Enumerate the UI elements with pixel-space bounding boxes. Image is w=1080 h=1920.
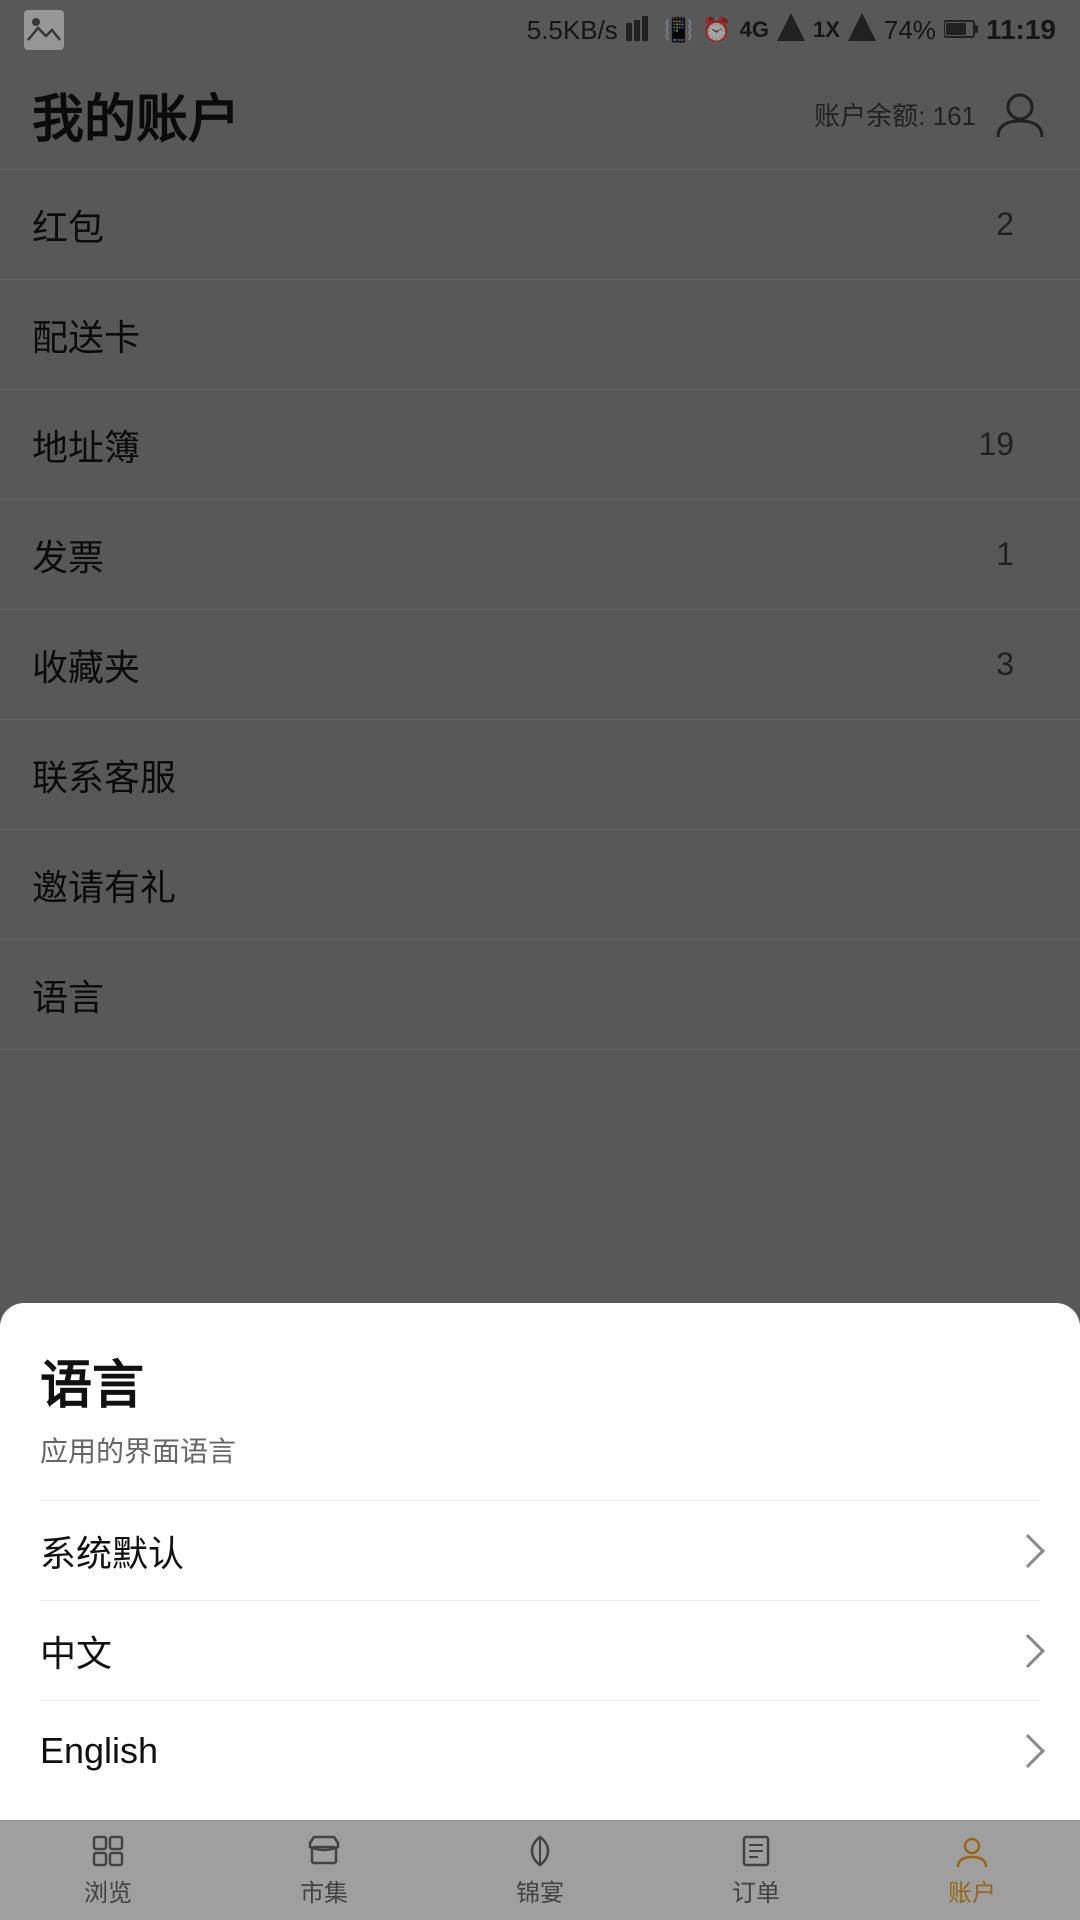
sheet-title: 语言 — [40, 1343, 1040, 1418]
sheet-item-label: English — [40, 1730, 158, 1772]
language-option-english[interactable]: English — [40, 1700, 1040, 1800]
language-option-system-default[interactable]: 系统默认 — [40, 1500, 1040, 1600]
language-option-chinese[interactable]: 中文 — [40, 1600, 1040, 1700]
sheet-item-label: 中文 — [40, 1625, 112, 1677]
chevron-right-icon — [1011, 1634, 1045, 1668]
language-sheet: 语言 应用的界面语言 系统默认 中文 English — [0, 1303, 1080, 1820]
chevron-right-icon — [1011, 1734, 1045, 1768]
chevron-right-icon — [1011, 1534, 1045, 1568]
sheet-subtitle: 应用的界面语言 — [40, 1430, 1040, 1470]
sheet-item-label: 系统默认 — [40, 1525, 184, 1577]
